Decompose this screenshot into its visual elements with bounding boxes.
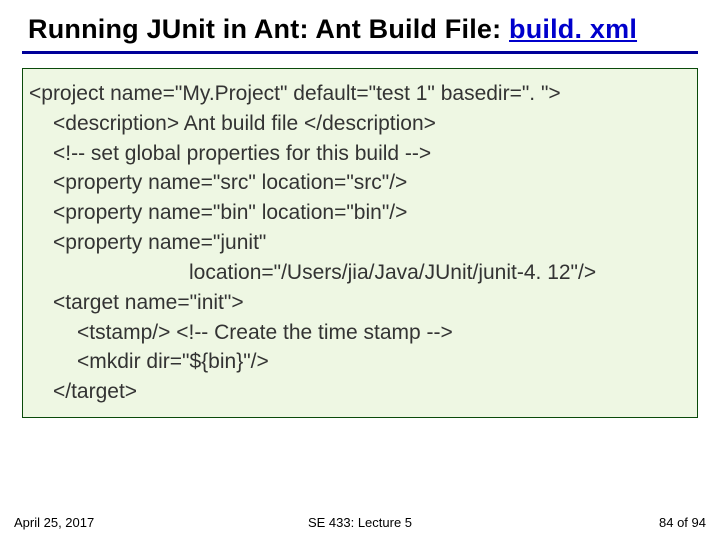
code-line: </target> <box>29 377 691 407</box>
title-link[interactable]: build. xml <box>509 14 637 44</box>
code-line: <property name="src" location="src"/> <box>29 168 691 198</box>
code-line: <description> Ant build file </descripti… <box>29 109 691 139</box>
code-line: <target name="init"> <box>29 288 691 318</box>
code-line: location="/Users/jia/Java/JUnit/junit-4.… <box>29 258 691 288</box>
title-underline <box>22 51 698 54</box>
footer-center: SE 433: Lecture 5 <box>0 515 720 530</box>
code-line: <!-- set global properties for this buil… <box>29 139 691 169</box>
code-line: <property name="junit" <box>29 228 691 258</box>
code-line: <project name="My.Project" default="test… <box>29 79 691 109</box>
slide: Running JUnit in Ant: Ant Build File: bu… <box>0 0 720 540</box>
code-line: <tstamp/> <!-- Create the time stamp --> <box>29 318 691 348</box>
page-title: Running JUnit in Ant: Ant Build File: bu… <box>28 14 698 45</box>
footer-page: 84 of 94 <box>659 515 706 530</box>
title-prefix: Running JUnit in Ant: Ant Build File: <box>28 14 509 44</box>
code-line: <mkdir dir="${bin}"/> <box>29 347 691 377</box>
code-line: <property name="bin" location="bin"/> <box>29 198 691 228</box>
code-box: <project name="My.Project" default="test… <box>22 68 698 418</box>
